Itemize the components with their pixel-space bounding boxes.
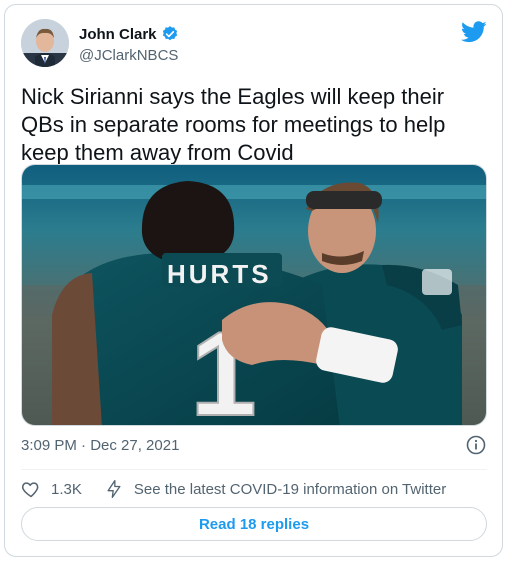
covid-info-link[interactable]: See the latest COVID-19 information on T… [104,479,446,499]
twitter-bird-icon[interactable] [460,21,487,43]
tweet-image[interactable]: HURTS 1 [21,164,487,426]
heart-icon [21,482,39,498]
jersey-name-text: HURTS [167,259,272,289]
divider [21,469,487,470]
like-button[interactable]: 1.3K [21,479,82,499]
verified-badge-icon [161,25,179,43]
avatar[interactable] [21,19,69,67]
tweet-timestamp[interactable]: 3:09 PM · Dec 27, 2021 [21,437,179,454]
covid-info-text: See the latest COVID-19 information on T… [133,480,447,498]
info-icon[interactable] [466,435,486,455]
lightning-icon [107,480,121,498]
tweet-header: John Clark @JClarkNBCS [21,19,487,71]
tweet-card: John Clark @JClarkNBCS Nick Sirianni say… [4,4,503,557]
tweet-text: Nick Sirianni says the Eagles will keep … [21,84,446,165]
author-name-row: John Clark [79,25,179,43]
read-replies-button[interactable]: Read 18 replies [21,507,487,541]
tweet-actions: 1.3K See the latest COVID-19 information… [21,477,487,501]
author-handle[interactable]: @JClarkNBCS [79,47,178,64]
likes-count: 1.3K [51,480,82,498]
author-name[interactable]: John Clark [79,26,157,43]
